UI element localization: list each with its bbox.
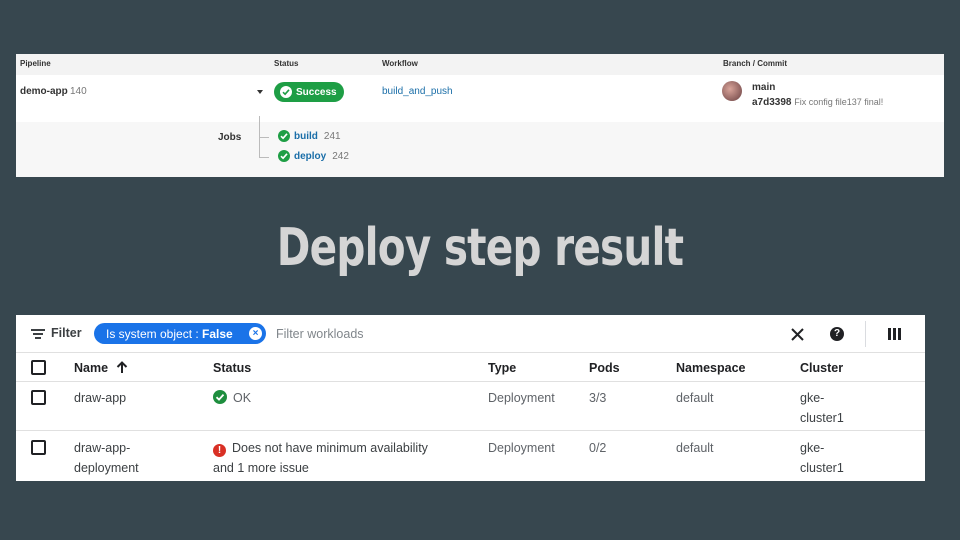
status-text: Does not have minimum availability — [232, 441, 428, 455]
column-header-status[interactable]: Status — [213, 361, 251, 375]
filter-chip[interactable]: Is system object : False × — [94, 323, 266, 344]
help-icon[interactable]: ? — [827, 324, 847, 344]
page-title: Deploy step result — [276, 218, 684, 278]
jobs-row: Jobs build 241 deploy 242 — [16, 116, 944, 177]
workload-namespace: default — [676, 441, 714, 455]
status-text[interactable]: and 1 more issue — [213, 458, 428, 478]
commit-message: Fix config file137 final! — [794, 97, 884, 107]
close-icon[interactable] — [787, 324, 807, 344]
workload-type: Deployment — [488, 391, 555, 405]
job-number: 242 — [332, 150, 349, 162]
pipeline-name[interactable]: demo-app — [20, 86, 68, 97]
workload-cluster[interactable]: gke- — [800, 438, 844, 458]
workload-name[interactable]: draw-app- — [74, 438, 139, 458]
check-icon — [278, 150, 290, 162]
job-name[interactable]: build — [294, 131, 318, 142]
column-header-namespace[interactable]: Namespace — [676, 361, 746, 375]
table-header: Name Status Type Pods Namespace Cluster — [16, 353, 925, 382]
table-row[interactable]: draw-app- deployment ! Does not have mini… — [16, 432, 925, 481]
filter-icon[interactable] — [31, 329, 45, 339]
job-item-deploy[interactable]: deploy 242 — [278, 150, 349, 162]
branch-name[interactable]: main — [752, 82, 775, 93]
row-checkbox[interactable] — [31, 440, 46, 455]
column-header-name[interactable]: Name — [74, 361, 108, 375]
expand-caret-icon[interactable] — [257, 90, 263, 94]
status-text: OK — [233, 391, 252, 405]
sort-ascending-icon[interactable] — [116, 361, 128, 377]
check-icon — [280, 86, 292, 98]
workload-name[interactable]: deployment — [74, 458, 139, 478]
jobs-label: Jobs — [218, 132, 242, 143]
job-tree-branch — [259, 137, 269, 138]
column-display-icon[interactable] — [884, 324, 904, 344]
col-pipeline: Pipeline — [20, 59, 51, 68]
chip-value: False — [202, 326, 233, 341]
table-toolbar: Filter Is system object : False × ? — [16, 315, 925, 353]
workflow-link[interactable]: build_and_push — [382, 86, 453, 97]
table-row[interactable]: draw-app OK Deployment 3/3 default gke- … — [16, 382, 925, 431]
job-tree-branch — [259, 157, 269, 158]
col-branch-commit: Branch / Commit — [723, 59, 788, 68]
column-header-type[interactable]: Type — [488, 361, 516, 375]
check-circle-icon — [213, 390, 227, 404]
chip-key: Is system object — [106, 326, 193, 341]
col-status: Status — [274, 59, 299, 68]
pipeline-row[interactable]: demo-app 140 Success build_and_push main… — [16, 75, 944, 122]
select-all-checkbox[interactable] — [31, 360, 46, 375]
workload-cluster[interactable]: cluster1 — [800, 458, 844, 478]
workloads-table: Filter Is system object : False × ? Name… — [16, 315, 925, 481]
filter-workloads-input[interactable] — [276, 325, 496, 343]
workload-namespace: default — [676, 391, 714, 405]
job-item-build[interactable]: build 241 — [278, 130, 341, 142]
check-icon — [278, 130, 290, 142]
pipeline-panel: Pipeline Status Workflow Branch / Commit… — [16, 54, 944, 177]
error-icon: ! — [213, 444, 226, 457]
job-name[interactable]: deploy — [294, 151, 326, 162]
col-workflow: Workflow — [382, 59, 418, 68]
chip-remove-icon[interactable]: × — [249, 327, 262, 340]
workload-type: Deployment — [488, 441, 555, 455]
job-number: 241 — [323, 130, 341, 142]
workload-cluster[interactable]: cluster1 — [800, 408, 844, 428]
workload-pods: 3/3 — [589, 391, 607, 405]
pipeline-header: Pipeline Status Workflow Branch / Commit — [16, 54, 944, 75]
column-header-cluster[interactable]: Cluster — [800, 361, 843, 375]
workload-pods: 0/2 — [589, 441, 607, 455]
chip-separator: : — [192, 326, 203, 341]
status-label: Success — [296, 86, 337, 98]
filter-label[interactable]: Filter — [51, 326, 82, 340]
column-header-pods[interactable]: Pods — [589, 361, 620, 375]
avatar — [722, 81, 742, 101]
workload-name[interactable]: draw-app — [74, 388, 126, 408]
commit-hash[interactable]: a7d3398 — [752, 97, 791, 108]
row-checkbox[interactable] — [31, 390, 46, 405]
status-badge[interactable]: Success — [274, 82, 344, 102]
workload-cluster[interactable]: gke- — [800, 388, 844, 408]
toolbar-divider — [865, 321, 866, 347]
pipeline-number: 140 — [70, 86, 87, 97]
